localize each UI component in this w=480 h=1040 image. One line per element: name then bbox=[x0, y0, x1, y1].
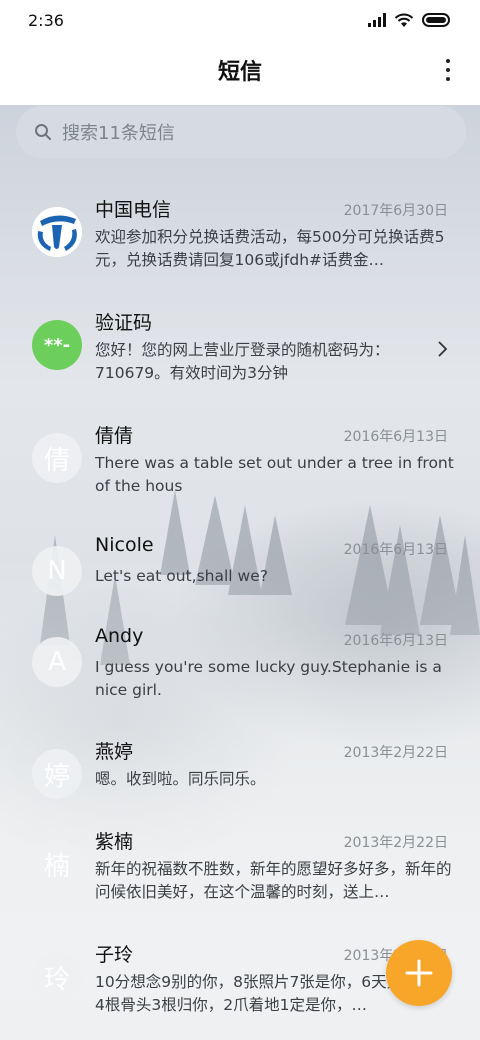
sender-name: 燕婷 bbox=[95, 741, 134, 763]
dot-icon bbox=[446, 77, 450, 81]
thread-row[interactable]: 楠 紫楠 2013年2月22日 新年的祝福数不胜数，新年的愿望好多好多，新年的问… bbox=[0, 807, 480, 907]
thread-row[interactable]: 中国电信 2017年6月30日 欢迎参加积分兑换话费活动，每500分可兑换话费5… bbox=[0, 175, 480, 275]
message-preview: There was a table set out under a tree i… bbox=[95, 454, 454, 495]
avatar: 倩 bbox=[32, 433, 82, 483]
message-preview: I guess you're some lucky guy.Stephanie … bbox=[95, 658, 442, 699]
sender-name: Andy bbox=[95, 625, 144, 647]
status-icons bbox=[368, 13, 452, 28]
page-title: 短信 bbox=[217, 60, 262, 85]
search-placeholder: 搜索11条短信 bbox=[62, 123, 175, 144]
status-bar: 2:36 bbox=[0, 0, 480, 40]
message-preview: 您好！您的网上营业厅登录的随机密码为：710679。有效时间为3分钟 bbox=[95, 341, 390, 382]
message-preview: 新年的祝福数不胜数，新年的愿望好多好多，新年的问候依旧美好，在这个温馨的时刻，送… bbox=[95, 860, 452, 901]
app-bar: 短信 bbox=[0, 40, 480, 105]
chevron-right-icon bbox=[438, 341, 448, 357]
thread-row[interactable]: 婷 燕婷 2013年2月22日 嗯。收到啦。同乐同乐。 bbox=[0, 717, 480, 817]
china-telecom-logo-icon bbox=[32, 207, 82, 257]
message-preview: Let's eat out,shall we? bbox=[95, 567, 268, 585]
sender-name: 验证码 bbox=[95, 312, 153, 334]
avatar: A bbox=[32, 637, 82, 687]
message-date: 2016年6月13日 bbox=[343, 429, 448, 445]
avatar: 玲 bbox=[32, 952, 82, 1002]
dot-icon bbox=[446, 59, 450, 63]
message-date: 2013年2月22日 bbox=[343, 745, 448, 761]
message-date: 2013年2月22日 bbox=[343, 835, 448, 851]
thread-row[interactable]: **- 验证码 您好！您的网上营业厅登录的随机密码为：710679。有效时间为3… bbox=[0, 288, 480, 388]
thread-row[interactable]: 倩 倩倩 2016年6月13日 There was a table set ou… bbox=[0, 401, 480, 501]
new-message-button[interactable] bbox=[386, 940, 452, 1006]
plus-icon bbox=[405, 959, 433, 987]
status-time: 2:36 bbox=[28, 10, 64, 30]
wifi-icon bbox=[394, 13, 414, 27]
sender-name: 中国电信 bbox=[95, 199, 172, 221]
message-date: 2017年6月30日 bbox=[343, 203, 448, 219]
message-preview: 欢迎参加积分兑换话费活动，每500分可兑换话费5元，兑换话费请回复106或jfd… bbox=[95, 228, 445, 269]
sender-name: Nicole bbox=[95, 534, 154, 556]
battery-icon bbox=[422, 13, 450, 27]
avatar: 楠 bbox=[32, 839, 82, 889]
search-icon bbox=[35, 124, 51, 140]
dot-icon bbox=[446, 68, 450, 72]
message-preview: 嗯。收到啦。同乐同乐。 bbox=[95, 770, 266, 788]
avatar: 婷 bbox=[32, 749, 82, 799]
more-options-button[interactable] bbox=[440, 56, 456, 84]
sender-name: 紫楠 bbox=[95, 831, 134, 853]
message-date: 2016年6月13日 bbox=[343, 542, 448, 558]
thread-row[interactable]: N Nicole 2016年6月13日 Let's eat out,shall … bbox=[0, 514, 480, 614]
sender-name: 倩倩 bbox=[95, 425, 134, 447]
signal-icon bbox=[368, 13, 386, 27]
thread-row[interactable]: A Andy 2016年6月13日 I guess you're some lu… bbox=[0, 605, 480, 705]
search-input[interactable]: 搜索11条短信 bbox=[16, 106, 466, 158]
message-date: 2016年6月13日 bbox=[343, 633, 448, 649]
sender-name: 子玲 bbox=[95, 944, 134, 966]
avatar: N bbox=[32, 546, 82, 596]
verification-code-avatar: **- bbox=[32, 320, 82, 370]
